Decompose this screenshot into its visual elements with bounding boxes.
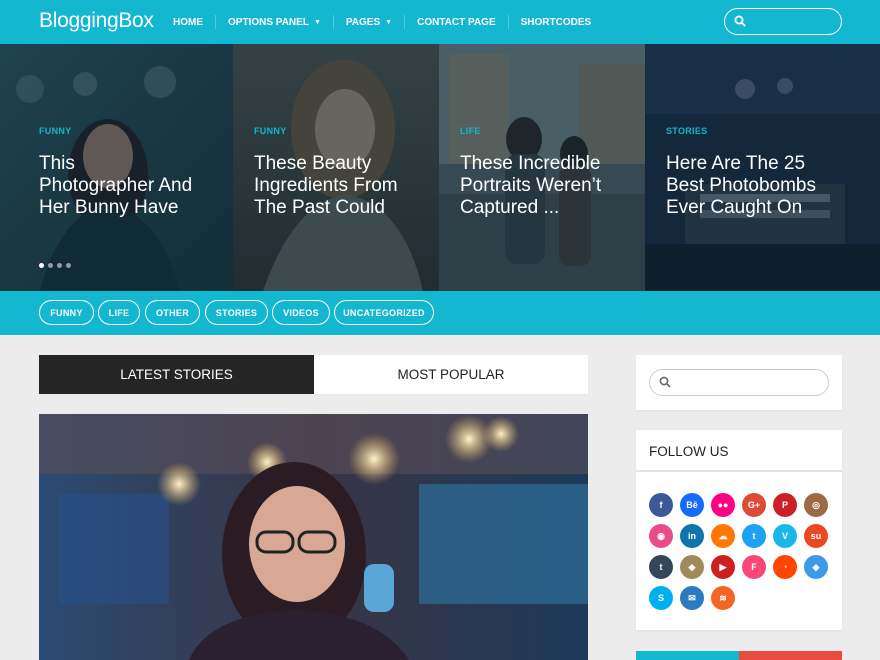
pinterest-icon[interactable]: P	[773, 493, 797, 517]
search-icon	[734, 15, 746, 27]
rss-icon[interactable]: ≋	[711, 586, 735, 610]
slider-pagination	[39, 263, 71, 268]
widget-tab-accent-red[interactable]	[739, 651, 842, 660]
sidebar-search-widget	[636, 355, 842, 410]
widget-tab-accent[interactable]	[636, 651, 739, 660]
slide-2[interactable]: FUNNY These Beauty Ingredients From The Pa…	[233, 44, 439, 291]
main-nav: HOME OPTIONS PANEL ▼ PAGES ▼ CONTACT PAGE …	[161, 0, 603, 44]
follow-us-widget: FOLLOW US f Bē ●● G+ P ◎ ◉ in ☁ t Vsu t ◆ ▶ F ◔ ◈ S ✉ ≋	[636, 430, 842, 630]
featured-slider: FUNNY This Photographer And Her Bunny Have…	[0, 44, 880, 291]
slide-category[interactable]: LIFE	[460, 126, 481, 136]
skype-icon[interactable]: S	[649, 586, 673, 610]
google-plus-icon[interactable]: G+	[742, 493, 766, 517]
category-pill-other[interactable]: OTHER	[145, 300, 200, 325]
slide-1[interactable]: FUNNY This Photographer And Her Bunny Have	[0, 44, 233, 291]
category-bar: FUNNY LIFE OTHER STORIES VIDEOS UNCATEGO…	[0, 291, 880, 335]
category-pill-stories[interactable]: STORIES	[205, 300, 268, 325]
nav-shortcodes[interactable]: SHORTCODES	[507, 15, 604, 29]
tumblr-icon[interactable]: t	[649, 555, 673, 579]
email-icon[interactable]: ✉	[680, 586, 704, 610]
slider-dot[interactable]	[39, 263, 44, 268]
slider-dot[interactable]	[57, 263, 62, 268]
category-pill-life[interactable]: LIFE	[98, 300, 140, 325]
flickr-icon[interactable]: ●●	[711, 493, 735, 517]
slide-4[interactable]: STORIES Here Are The 25 Best Photobombs Ev…	[645, 44, 880, 291]
category-pill-funny[interactable]: FUNNY	[39, 300, 94, 325]
slider-dot[interactable]	[48, 263, 53, 268]
foursquare-icon[interactable]: F	[742, 555, 766, 579]
sidebar-search-input[interactable]	[676, 374, 822, 391]
caret-down-icon: ▼	[313, 18, 321, 26]
featured-post-image[interactable]	[39, 414, 588, 660]
slide-title[interactable]: These Beauty Ingredients From The Past Cou…	[254, 153, 398, 219]
header-search-box[interactable]	[724, 8, 842, 35]
nav-contact-page[interactable]: CONTACT PAGE	[404, 15, 508, 29]
tab-latest-stories[interactable]: LATEST STORIES	[39, 355, 314, 394]
slide-title[interactable]: These Incredible Portraits Weren’t Capture…	[460, 153, 601, 219]
slide-category[interactable]: STORIES	[666, 126, 707, 136]
category-pill-uncategorized[interactable]: UNCATEGORIZED	[334, 300, 434, 325]
behance-icon[interactable]: Bē	[680, 493, 704, 517]
linkedin-icon[interactable]: in	[680, 524, 704, 548]
facebook-icon[interactable]: f	[649, 493, 673, 517]
widget-header: FOLLOW US	[636, 430, 842, 472]
slide-title[interactable]: Here Are The 25 Best Photobombs Ever Caugh…	[666, 153, 816, 219]
dropbox-icon[interactable]: ◈	[804, 555, 828, 579]
slide-category[interactable]: FUNNY	[254, 126, 287, 136]
sidebar-search-box[interactable]	[649, 369, 829, 396]
twitter-icon[interactable]: t	[742, 524, 766, 548]
slide-3[interactable]: LIFE These Incredible Portraits Weren’t Ca…	[439, 44, 645, 291]
slide-title[interactable]: This Photographer And Her Bunny Have	[39, 153, 192, 219]
instagram-icon[interactable]: ◎	[804, 493, 828, 517]
post-photo	[39, 414, 588, 660]
dribbble-icon[interactable]: ◉	[649, 524, 673, 548]
category-pill-videos[interactable]: VIDEOS	[272, 300, 330, 325]
nav-home[interactable]: HOME	[161, 15, 215, 29]
soundcloud-icon[interactable]: ☁	[711, 524, 735, 548]
widget-title: FOLLOW US	[649, 444, 729, 459]
header-search-input[interactable]	[749, 13, 837, 30]
nav-options-panel[interactable]: OPTIONS PANEL ▼	[215, 15, 333, 29]
site-logo[interactable]: BloggingBox	[39, 9, 154, 33]
slider-dot[interactable]	[66, 263, 71, 268]
stumbleupon-icon[interactable]: su	[804, 524, 828, 548]
youtube-icon[interactable]: ▶	[711, 555, 735, 579]
github-icon[interactable]: ◆	[680, 555, 704, 579]
site-header: BloggingBox HOME OPTIONS PANEL ▼ PAGES ▼ C…	[0, 0, 880, 44]
slide-category[interactable]: FUNNY	[39, 126, 72, 136]
vimeo-icon[interactable]: V	[773, 524, 797, 548]
caret-down-icon: ▼	[385, 18, 393, 26]
search-icon	[659, 376, 671, 388]
nav-pages[interactable]: PAGES ▼	[332, 15, 404, 29]
reddit-icon[interactable]: ◔	[773, 555, 797, 579]
tab-most-popular[interactable]: MOST POPULAR	[314, 355, 588, 394]
